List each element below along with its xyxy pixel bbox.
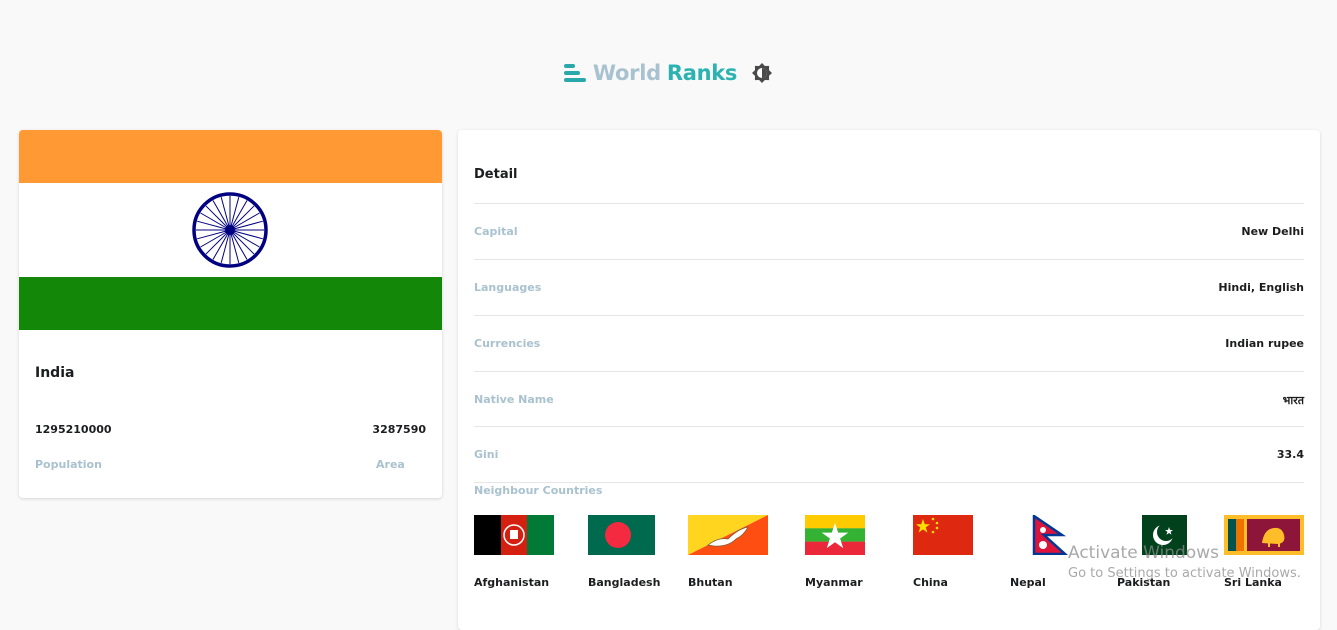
languages-value: Hindi, English (1218, 281, 1304, 294)
header: World Ranks (0, 58, 1337, 88)
logo[interactable]: World Ranks (563, 61, 738, 85)
detail-row-languages: Languages Hindi, English (474, 259, 1304, 316)
neighbour-bhutan[interactable]: Bhutan (688, 515, 768, 589)
neighbour-name: Afghanistan (474, 576, 550, 589)
currencies-value: Indian rupee (1225, 337, 1304, 350)
detail-title: Detail (474, 167, 518, 182)
bar-ranking-icon (563, 64, 586, 82)
neighbour-name: China (913, 576, 948, 589)
population-label: Population (35, 458, 102, 471)
myanmar-flag (805, 515, 865, 555)
app-title-ranks: Ranks (666, 61, 738, 85)
neighbour-name: Bhutan (688, 576, 733, 589)
country-card: India 1295210000 3287590 Population Area (19, 130, 442, 498)
neighbour-countries-title: Neighbour Countries (474, 484, 603, 497)
divider (474, 482, 1304, 483)
detail-row-capital: Capital New Delhi (474, 203, 1304, 260)
gini-value: 33.4 (1276, 448, 1304, 461)
theme-toggle-button[interactable] (751, 62, 773, 84)
population-value: 1295210000 (35, 423, 112, 436)
native-name-value: भारत (1282, 394, 1304, 407)
detail-row-native-name: Native Name भारत (474, 371, 1304, 428)
bangladesh-flag (588, 515, 655, 555)
neighbour-name: Myanmar (805, 576, 863, 589)
gini-label: Gini (474, 448, 499, 461)
nepal-flag (1032, 515, 1068, 555)
detail-row-currencies: Currencies Indian rupee (474, 315, 1304, 372)
neighbour-name: Nepal (1010, 576, 1046, 589)
neighbour-bangladesh[interactable]: Bangladesh (588, 515, 660, 589)
currencies-label: Currencies (474, 337, 541, 350)
detail-row-gini: Gini 33.4 (474, 426, 1304, 483)
watermark-title: Activate Windows (1068, 543, 1219, 563)
app-title: World Ranks (592, 61, 738, 85)
neighbour-myanmar[interactable]: Myanmar (805, 515, 865, 589)
native-name-label: Native Name (474, 393, 554, 406)
afghanistan-flag (474, 515, 554, 555)
india-flag (19, 130, 442, 330)
capital-value: New Delhi (1241, 225, 1304, 238)
country-name: India (35, 365, 75, 381)
capital-label: Capital (474, 225, 518, 238)
bhutan-flag (688, 515, 768, 555)
area-value: 3287590 (372, 423, 426, 436)
neighbour-name: Bangladesh (588, 576, 661, 589)
neighbour-china[interactable]: China (913, 515, 973, 589)
languages-label: Languages (474, 281, 542, 294)
neighbour-nepal[interactable]: Nepal (1010, 515, 1070, 589)
brightness-icon (752, 63, 773, 83)
neighbour-afghanistan[interactable]: Afghanistan (474, 515, 554, 589)
activate-windows-watermark: Activate Windows Go to Settings to activ… (1068, 543, 1301, 581)
app-title-world: World (592, 61, 661, 85)
watermark-subtitle: Go to Settings to activate Windows. (1068, 566, 1301, 581)
area-label: Area (376, 458, 405, 471)
china-flag (913, 515, 973, 555)
